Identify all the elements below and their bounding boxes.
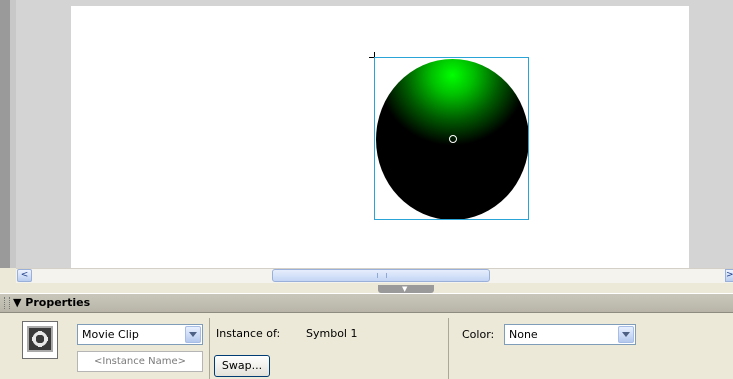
color-effect-value: None (509, 328, 538, 341)
left-edge-divider (0, 0, 10, 268)
color-label: Color: (462, 328, 495, 341)
panel-grip-icon[interactable] (4, 297, 10, 309)
chevron-down-icon[interactable] (618, 326, 634, 343)
symbol-type-select[interactable]: Movie Clip (77, 324, 203, 345)
properties-panel-title[interactable]: ▼ Properties (13, 296, 90, 309)
scroll-left-button[interactable]: < (17, 269, 32, 282)
chevron-down-icon[interactable] (185, 326, 201, 343)
panel-divider (209, 318, 210, 379)
instance-name-input[interactable]: <Instance Name> (77, 351, 203, 372)
symbol-type-value: Movie Clip (82, 328, 139, 341)
movie-clip-symbol-icon (27, 326, 53, 352)
collapse-panel-tab[interactable]: ▼ (378, 285, 434, 293)
properties-panel-header[interactable] (0, 293, 733, 313)
triangle-down-icon: ▼ (402, 285, 408, 293)
instance-of-value: Symbol 1 (306, 327, 358, 340)
panel-divider (448, 318, 449, 379)
scroll-right-button[interactable]: > (725, 269, 733, 282)
panel-separator (0, 283, 733, 293)
registration-point-icon[interactable] (449, 135, 457, 143)
left-edge-gutter (10, 0, 16, 268)
color-effect-select[interactable]: None (504, 324, 636, 345)
scrollbar-grip-icon (377, 273, 387, 278)
instance-of-label: Instance of: (216, 327, 281, 340)
swap-button[interactable]: Swap... (214, 355, 270, 377)
